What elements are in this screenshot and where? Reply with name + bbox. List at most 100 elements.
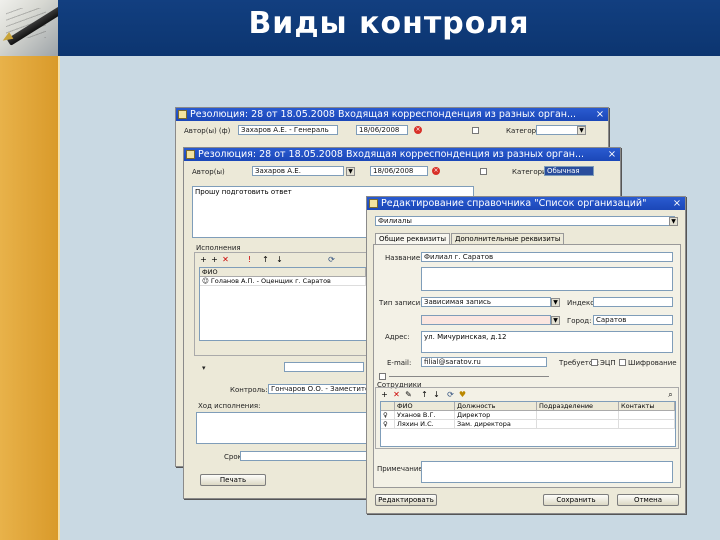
chevron-down-icon[interactable]: ▼ <box>551 316 560 325</box>
email-field[interactable]: filial@saratov.ru <box>421 357 547 367</box>
edo-checkbox[interactable] <box>591 359 598 366</box>
move-up-icon[interactable]: ↑ <box>420 390 429 399</box>
document-icon <box>178 110 187 119</box>
checkbox[interactable] <box>379 373 386 380</box>
chevron-down-icon[interactable]: ▼ <box>551 298 560 307</box>
name-field[interactable]: Филиал г. Саратов <box>421 252 673 262</box>
document-icon <box>369 199 378 208</box>
pen-logo <box>0 0 58 56</box>
address-label: Адрес: <box>385 333 410 341</box>
executors-label: Исполнения <box>196 244 241 252</box>
add-icon[interactable]: + <box>380 390 389 399</box>
notes-field[interactable] <box>421 461 673 483</box>
delete-icon[interactable]: ✕ <box>392 390 401 399</box>
employee-department[interactable] <box>537 411 619 420</box>
category-select[interactable]: Обычная <box>544 166 594 176</box>
employee-position[interactable]: Зам. директора <box>455 420 537 429</box>
employee-name[interactable]: Ляхин И.С. <box>395 420 455 429</box>
date-field[interactable]: 18/06/2008 <box>370 166 428 176</box>
name-label: Название: <box>385 254 423 262</box>
employees-table[interactable]: ФИО Должность Подразделение Контакты ♀ У… <box>380 401 676 447</box>
chevron-down-icon[interactable]: ▼ <box>669 217 678 226</box>
table-row[interactable]: ☺ Голанов А.П. - Оценщик г. Саратов <box>200 277 366 286</box>
cancel-button[interactable]: Отмена <box>617 494 679 506</box>
table-header-contacts[interactable]: Контакты <box>619 402 675 411</box>
chevron-down-icon[interactable]: ▼ <box>346 167 355 176</box>
slide-header: Виды контроля <box>0 0 720 56</box>
progress-text[interactable] <box>196 412 370 444</box>
employee-position[interactable]: Директор <box>455 411 537 420</box>
address-field[interactable]: ул. Мичуринская, д.12 <box>421 331 673 353</box>
left-accent-stripe <box>0 56 60 540</box>
add-group-icon[interactable]: + <box>210 255 219 264</box>
delete-icon[interactable]: ✕ <box>221 255 230 264</box>
progress-label: Ход исполнения: <box>198 402 261 410</box>
author-field[interactable]: Захаров А.Е. <box>252 166 344 176</box>
refresh-icon[interactable]: ⟳ <box>446 390 455 399</box>
clear-date-icon[interactable]: × <box>414 126 422 134</box>
city-field[interactable]: Саратов <box>593 315 673 325</box>
window-title: Резолюция: 28 от 18.05.2008 Входящая кор… <box>190 109 577 120</box>
move-down-icon[interactable]: ↓ <box>275 255 284 264</box>
save-button[interactable]: Сохранить <box>543 494 609 506</box>
person-icon: ♀ <box>381 420 395 429</box>
clear-date-icon[interactable]: × <box>432 167 440 175</box>
move-up-icon[interactable]: ↑ <box>261 255 270 264</box>
edit-button[interactable]: Редактировать <box>375 494 437 506</box>
person-icon: ♀ <box>381 411 395 420</box>
executors-group: + + ✕ ! ↑ ↓ ⟳ ФИО ☺ Голанов А.П. - Оценщ… <box>194 252 370 356</box>
deadline-field[interactable] <box>240 451 370 461</box>
tab-additional[interactable]: Дополнительные реквизиты <box>451 233 565 244</box>
alert-icon[interactable]: ! <box>245 255 254 264</box>
author-label: Автор(ы) (ф) <box>184 127 231 135</box>
checkbox[interactable] <box>472 127 479 134</box>
full-name-field[interactable] <box>421 267 673 291</box>
window-titlebar[interactable]: Резолюция: 28 от 18.05.2008 Входящая кор… <box>176 108 608 121</box>
index-field[interactable] <box>593 297 673 307</box>
table-header-marker <box>381 402 395 411</box>
controller-field[interactable]: Гончаров О.О. - Заместитель ген. <box>268 384 370 394</box>
who-field[interactable] <box>284 362 364 372</box>
author-field[interactable]: Захаров А.Е. - Генераль <box>238 125 338 135</box>
edit-icon[interactable]: ✎ <box>404 390 413 399</box>
organizations-directory-window[interactable]: Редактирование справочника "Список орган… <box>366 196 686 514</box>
print-button[interactable]: Печать <box>200 474 266 486</box>
city-label: Город: <box>567 317 592 325</box>
executors-table[interactable]: ФИО ☺ Голанов А.П. - Оценщик г. Саратов <box>199 267 367 341</box>
table-header-department[interactable]: Подразделение <box>537 402 619 411</box>
date-field[interactable]: 18/06/2008 <box>356 125 408 135</box>
author-label: Автор(ы) <box>192 168 225 176</box>
move-down-icon[interactable]: ↓ <box>432 390 441 399</box>
window-titlebar[interactable]: Редактирование справочника "Список орган… <box>367 197 685 210</box>
record-select[interactable]: Филиалы <box>375 216 675 226</box>
table-header-position[interactable]: Должность <box>455 402 537 411</box>
type-select[interactable]: Зависимая запись <box>421 297 551 307</box>
page-title: Виды контроля <box>248 6 530 41</box>
close-icon[interactable]: × <box>606 148 618 161</box>
add-icon[interactable]: + <box>199 255 208 264</box>
table-header-fio[interactable]: ФИО <box>200 268 366 277</box>
window-title: Редактирование справочника "Список орган… <box>381 198 647 209</box>
refresh-icon[interactable]: ⟳ <box>327 255 336 264</box>
encryption-label: Шифрование <box>628 359 677 367</box>
close-icon[interactable]: × <box>594 108 606 121</box>
encryption-checkbox[interactable] <box>619 359 626 366</box>
search-icon[interactable]: ⌕ <box>666 390 675 399</box>
table-header-fio[interactable]: ФИО <box>395 402 455 411</box>
tab-general[interactable]: Общие реквизиты <box>375 233 451 244</box>
employee-contacts[interactable] <box>619 420 675 429</box>
employee-name[interactable]: Уханов В.Г. <box>395 411 455 420</box>
who-label: ▾ <box>202 364 206 372</box>
employee-contacts[interactable] <box>619 411 675 420</box>
chevron-down-icon[interactable]: ▼ <box>577 126 586 135</box>
window-titlebar[interactable]: Резолюция: 28 от 18.05.2008 Входящая кор… <box>184 148 620 161</box>
executor-name: Голанов А.П. - Оценщик г. Саратов <box>210 277 331 285</box>
close-icon[interactable]: × <box>671 197 683 210</box>
favorite-icon[interactable]: ♥ <box>458 390 467 399</box>
email-label: E-mail: <box>387 359 412 367</box>
person-icon: ☺ <box>202 277 211 285</box>
edo-label: ЭЦП <box>600 359 616 367</box>
checkbox[interactable] <box>480 168 487 175</box>
employee-department[interactable] <box>537 420 619 429</box>
region-field[interactable] <box>421 315 551 325</box>
